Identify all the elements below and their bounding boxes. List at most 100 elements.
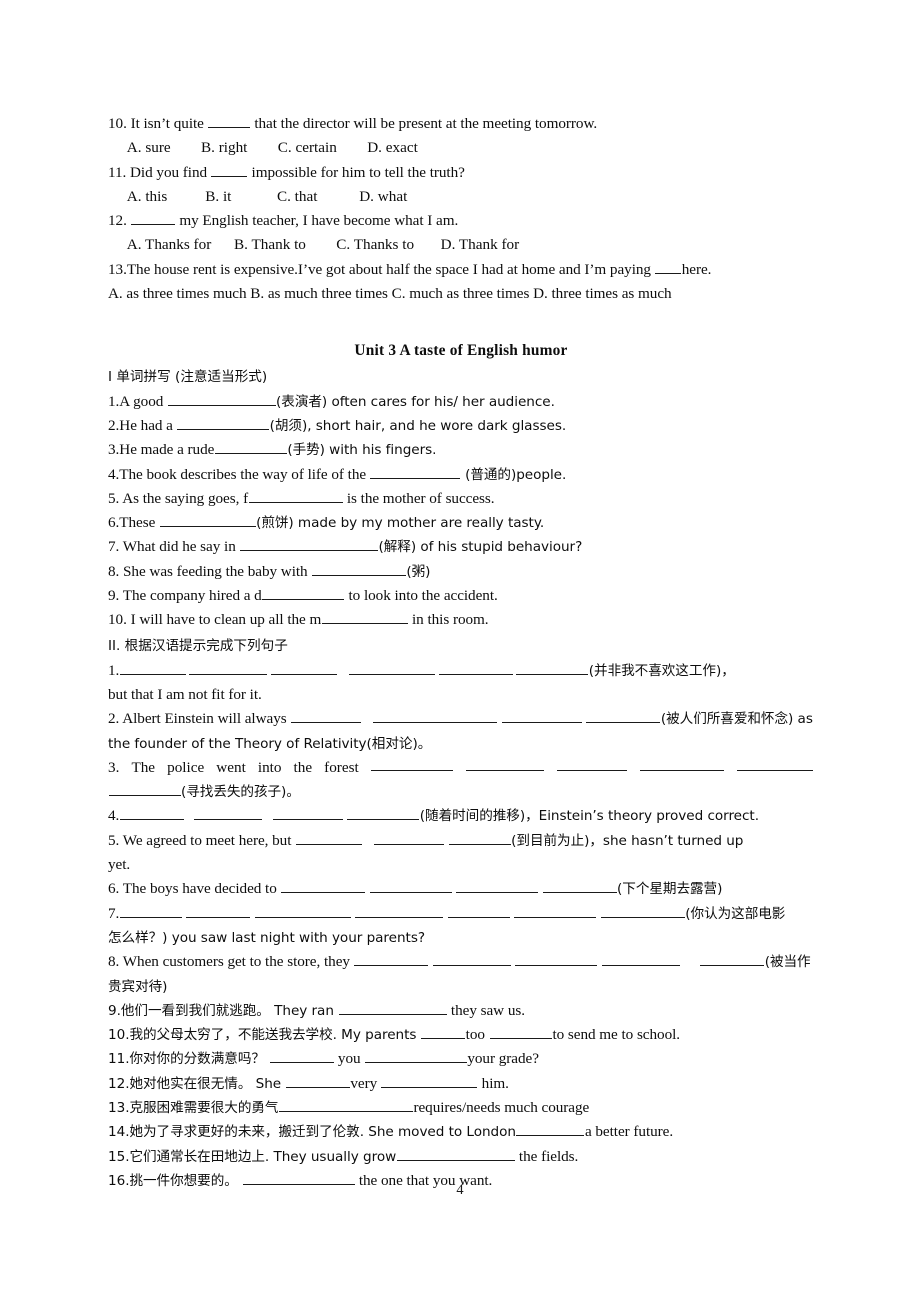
spelling-item-1: 1.A good (表演者) often cares for his/ her … bbox=[108, 390, 814, 414]
item-text: you bbox=[334, 1050, 365, 1068]
question-10: 10. It isn’t quite that the director wil… bbox=[108, 112, 814, 136]
answer-blank[interactable] bbox=[396, 1146, 515, 1161]
answer-blank[interactable] bbox=[194, 805, 263, 821]
answer-blank[interactable] bbox=[272, 805, 343, 821]
item-text: 15.它们通常长在田地边上. They usually grow bbox=[108, 1148, 397, 1165]
answer-blank[interactable] bbox=[285, 1073, 350, 1088]
question-11-options[interactable]: A. this B. it C. that D. what bbox=[108, 185, 814, 209]
translation-item-3-cont: (寻找丢失的孩子)。 bbox=[108, 780, 814, 804]
item-text: 3.He made a rude bbox=[108, 441, 215, 459]
answer-blank[interactable] bbox=[354, 951, 429, 967]
section-two: II. 根据汉语提示完成下列句子 1. (并非我不喜欢这工作)， but that… bbox=[108, 633, 814, 1194]
item-text: (粥) bbox=[406, 563, 431, 580]
question-12: 12. my English teacher, I have become wh… bbox=[108, 209, 814, 233]
translation-item-8: 8. When customers get to the store, they… bbox=[108, 950, 814, 974]
answer-blank[interactable] bbox=[381, 1073, 478, 1088]
answer-blank[interactable] bbox=[374, 830, 445, 845]
answer-blank[interactable] bbox=[516, 1121, 585, 1137]
item-text: (普通的)people. bbox=[460, 466, 567, 483]
translation-item-2-cont: the founder of the Theory of Relativity(… bbox=[108, 732, 814, 756]
answer-blank[interactable] bbox=[278, 1097, 413, 1112]
answer-blank[interactable] bbox=[737, 756, 814, 771]
answer-blank[interactable] bbox=[586, 708, 661, 724]
answer-blank[interactable] bbox=[269, 1048, 334, 1064]
answer-blank[interactable] bbox=[456, 878, 539, 894]
translation-item-9: 9.他们一看到我们就逃跑。 They ran they saw us. bbox=[108, 999, 814, 1023]
spelling-item-10: 10. I will have to clean up all the m in… bbox=[108, 608, 814, 632]
question-13-options[interactable]: A. as three times much B. as much three … bbox=[108, 282, 814, 306]
answer-blank[interactable] bbox=[240, 536, 378, 552]
answer-blank[interactable] bbox=[489, 1024, 552, 1040]
question-10-options[interactable]: A. sure B. right C. certain D. exact bbox=[108, 136, 814, 160]
answer-blank[interactable] bbox=[119, 805, 184, 821]
answer-blank[interactable] bbox=[290, 708, 361, 724]
answer-blank[interactable] bbox=[515, 951, 598, 967]
answer-blank[interactable] bbox=[514, 903, 597, 918]
answer-blank[interactable] bbox=[119, 903, 182, 918]
answer-blank[interactable] bbox=[262, 585, 345, 601]
answer-blank[interactable] bbox=[177, 415, 270, 430]
answer-blank[interactable] bbox=[355, 903, 444, 918]
translation-item-7: 7. (你认为这部电影 bbox=[108, 902, 814, 926]
answer-blank[interactable] bbox=[189, 660, 268, 675]
answer-blank[interactable] bbox=[369, 878, 452, 894]
answer-blank[interactable] bbox=[281, 878, 366, 894]
spelling-item-7: 7. What did he say in (解释) of his stupid… bbox=[108, 535, 814, 559]
answer-blank[interactable] bbox=[600, 903, 685, 918]
answer-blank[interactable] bbox=[516, 660, 589, 675]
answer-blank[interactable] bbox=[557, 756, 628, 771]
answer-blank[interactable] bbox=[371, 756, 454, 771]
answer-blank[interactable] bbox=[167, 391, 276, 406]
answer-blank[interactable] bbox=[438, 660, 513, 675]
answer-blank[interactable] bbox=[159, 512, 256, 528]
item-text: forest bbox=[324, 758, 359, 776]
answer-blank[interactable] bbox=[208, 113, 251, 128]
answer-blank[interactable] bbox=[640, 756, 725, 771]
answer-blank[interactable] bbox=[542, 878, 617, 894]
item-text: 怎么样？) you saw last night with your paren… bbox=[108, 929, 426, 946]
item-text: (解释) of his stupid behaviour? bbox=[378, 539, 583, 556]
item-number: 3. bbox=[108, 758, 120, 776]
answer-blank[interactable] bbox=[119, 660, 186, 675]
answer-blank[interactable] bbox=[311, 561, 406, 576]
answer-blank[interactable] bbox=[321, 609, 408, 625]
question-11: 11. Did you find impossible for him to t… bbox=[108, 161, 814, 185]
answer-blank[interactable] bbox=[370, 464, 461, 479]
item-text: police bbox=[167, 758, 205, 776]
answer-blank[interactable] bbox=[364, 1048, 467, 1064]
item-text: requires/needs much courage bbox=[413, 1098, 590, 1116]
answer-blank[interactable] bbox=[214, 439, 287, 455]
answer-blank[interactable] bbox=[347, 805, 420, 821]
answer-blank[interactable] bbox=[421, 1024, 466, 1040]
answer-blank[interactable] bbox=[254, 903, 351, 918]
answer-blank[interactable] bbox=[338, 1000, 447, 1015]
hint-text: (被当作 bbox=[764, 954, 811, 971]
answer-blank[interactable] bbox=[270, 660, 337, 675]
item-text: 7. What did he say in bbox=[108, 538, 240, 556]
question-12-options[interactable]: A. Thanks for B. Thank to C. Thanks to D… bbox=[108, 233, 814, 257]
answer-blank[interactable] bbox=[108, 781, 181, 797]
answer-blank[interactable] bbox=[466, 756, 545, 771]
translation-item-5-cont: yet. bbox=[108, 856, 131, 874]
item-text: 13.克服困难需要很大的勇气 bbox=[108, 1099, 279, 1116]
answer-blank[interactable] bbox=[211, 162, 248, 177]
answer-blank[interactable] bbox=[295, 830, 362, 845]
answer-blank[interactable] bbox=[501, 708, 582, 724]
item-text: 10. I will have to clean up all the m bbox=[108, 611, 322, 629]
answer-blank[interactable] bbox=[432, 951, 511, 967]
item-text: went bbox=[216, 758, 246, 776]
translation-item-10: 10.我的父母太穷了，不能送我去学校. My parents too to sen… bbox=[108, 1023, 814, 1047]
answer-blank[interactable] bbox=[700, 951, 765, 967]
answer-blank[interactable] bbox=[186, 903, 251, 918]
answer-blank[interactable] bbox=[248, 488, 343, 503]
answer-blank[interactable] bbox=[373, 708, 498, 724]
answer-blank[interactable] bbox=[448, 830, 511, 845]
translation-item-13: 13.克服困难需要很大的勇气 requires/needs much courag… bbox=[108, 1096, 814, 1120]
answer-blank[interactable] bbox=[131, 210, 176, 226]
item-text: 6.These bbox=[108, 514, 160, 532]
item-text: is the mother of success. bbox=[343, 489, 495, 507]
answer-blank[interactable] bbox=[601, 951, 680, 967]
answer-blank[interactable] bbox=[655, 259, 682, 274]
answer-blank[interactable] bbox=[349, 660, 436, 675]
answer-blank[interactable] bbox=[447, 903, 510, 918]
